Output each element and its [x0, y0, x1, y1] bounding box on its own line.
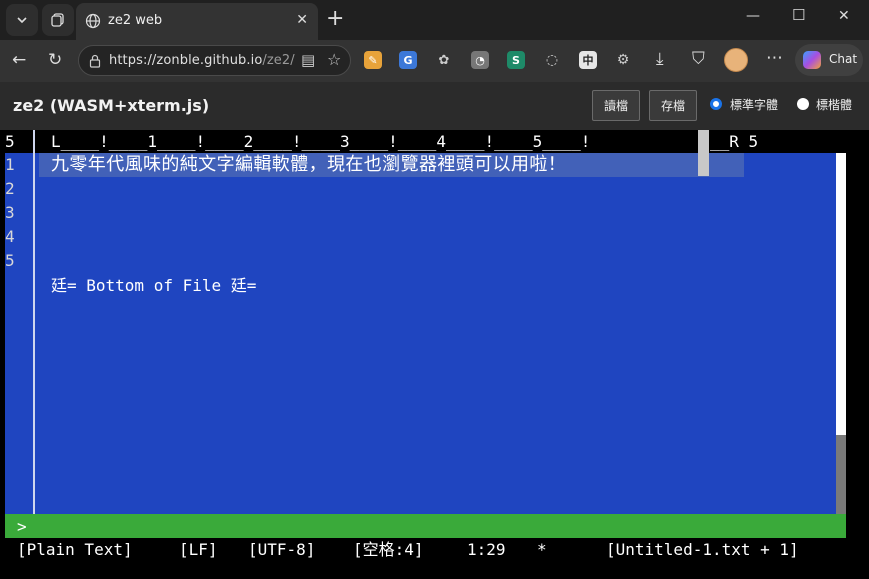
- font-kai-label: 標楷體: [816, 98, 853, 112]
- gutter-divider: [33, 130, 35, 153]
- shield-icon[interactable]: ⛉: [692, 49, 705, 69]
- translate-extension-icon[interactable]: G: [399, 51, 417, 69]
- download-icon[interactable]: ⤓: [656, 49, 664, 69]
- status-file: [Untitled-1.txt + 1]: [606, 540, 799, 559]
- ruler-cursor-marker: [698, 130, 709, 153]
- brain-extension-icon[interactable]: ✿: [435, 51, 453, 69]
- browser-titlebar: ze2 web ✕ + — ☐ ✕: [0, 0, 869, 40]
- terminal-right-edge: [846, 130, 864, 579]
- active-tab[interactable]: ze2 web ✕: [76, 3, 318, 40]
- line-number: 5: [5, 251, 15, 270]
- status-line-ending: [LF]: [179, 540, 218, 559]
- close-window-icon[interactable]: ✕: [838, 8, 850, 24]
- more-options-icon[interactable]: ⋯: [766, 48, 783, 68]
- ruler-prefix: 5: [5, 132, 15, 151]
- open-file-button[interactable]: 讀檔: [592, 90, 640, 121]
- column-ruler: 5 L____!____1____!____2____!____3____!__…: [5, 130, 864, 153]
- favorite-star-icon[interactable]: ☆: [327, 50, 341, 69]
- globe-icon: [85, 13, 101, 29]
- status-indent: [空格:4]: [353, 540, 424, 559]
- line-number: 1: [5, 155, 15, 174]
- url-path: /ze2/: [262, 53, 295, 68]
- address-bar[interactable]: https://zonble.github.io/ze2/ ▤ ☆: [78, 45, 351, 76]
- workspaces-icon: [51, 13, 64, 27]
- chat-label: Chat: [829, 52, 858, 66]
- app-header: ze2 (WASM+xterm.js) 讀檔 存檔 標準字體 標楷體: [0, 82, 869, 130]
- close-tab-icon[interactable]: ✕: [296, 12, 308, 28]
- profile-avatar[interactable]: [724, 48, 748, 72]
- scrollbar-thumb[interactable]: [836, 435, 846, 514]
- ruler-text: L____!____1____!____2____!____3____!____…: [51, 132, 591, 151]
- browser-toolbar: ← ↻ https://zonble.github.io/ze2/ ▤ ☆ ✎ …: [0, 40, 869, 82]
- copilot-chat-button[interactable]: Chat: [795, 44, 863, 76]
- chinese-convert-extension-icon[interactable]: 中: [579, 51, 597, 69]
- eof-marker: 廷= Bottom of File 廷=: [51, 276, 257, 295]
- text-cursor: [698, 153, 709, 176]
- line-number: 4: [5, 227, 15, 246]
- command-line[interactable]: >: [5, 514, 846, 538]
- line-number: 3: [5, 203, 15, 222]
- page-title: ze2 (WASM+xterm.js): [13, 96, 210, 115]
- tab-list-button[interactable]: [6, 4, 38, 36]
- reload-icon[interactable]: ↻: [48, 50, 62, 70]
- rss-extension-icon[interactable]: ◔: [471, 51, 489, 69]
- chat-bubble-extension-icon[interactable]: ◌: [543, 51, 561, 69]
- back-arrow-icon[interactable]: ←: [12, 50, 26, 70]
- minimize-icon[interactable]: —: [746, 8, 760, 24]
- reader-mode-icon[interactable]: ▤: [301, 51, 315, 69]
- terminal[interactable]: 5 L____!____1____!____2____!____3____!__…: [5, 130, 864, 579]
- font-kai-radio[interactable]: [797, 98, 809, 110]
- status-position: 1:29: [467, 540, 506, 559]
- maximize-icon[interactable]: ☐: [792, 6, 805, 24]
- url-host: https://zonble.github.io: [109, 53, 263, 68]
- status-modified: *: [537, 540, 547, 559]
- status-mode: [Plain Text]: [17, 540, 133, 559]
- workspaces-button[interactable]: [42, 4, 74, 36]
- save-file-button[interactable]: 存檔: [649, 90, 697, 121]
- ruler-suffix: __R 5: [710, 132, 759, 151]
- s-extension-icon[interactable]: S: [507, 51, 525, 69]
- command-prompt: >: [17, 517, 27, 536]
- chevron-down-icon: [17, 17, 27, 24]
- new-tab-icon[interactable]: +: [326, 8, 344, 30]
- text-line: 九零年代風味的純文字編輯軟體，現在也瀏覽器裡頭可以用啦！: [51, 154, 567, 175]
- status-encoding: [UTF-8]: [248, 540, 316, 559]
- pencil-extension-icon[interactable]: ✎: [364, 51, 382, 69]
- status-bar: [Plain Text] [LF] [UTF-8] [空格:4] 1:29 * …: [5, 538, 846, 562]
- edit-area[interactable]: 1 2 3 4 5 九零年代風味的純文字編輯軟體，現在也瀏覽器裡頭可以用啦！ 廷…: [5, 153, 836, 514]
- line-number: 2: [5, 179, 15, 198]
- puzzle-extensions-icon[interactable]: ⚙: [614, 51, 632, 69]
- gutter-divider: [33, 153, 35, 514]
- url-text: https://zonble.github.io/ze2/: [109, 53, 295, 68]
- font-standard-radio[interactable]: [710, 98, 722, 110]
- tab-title: ze2 web: [108, 13, 163, 28]
- lock-icon: [89, 54, 101, 68]
- copilot-icon: [803, 51, 821, 69]
- font-standard-label: 標準字體: [730, 98, 779, 112]
